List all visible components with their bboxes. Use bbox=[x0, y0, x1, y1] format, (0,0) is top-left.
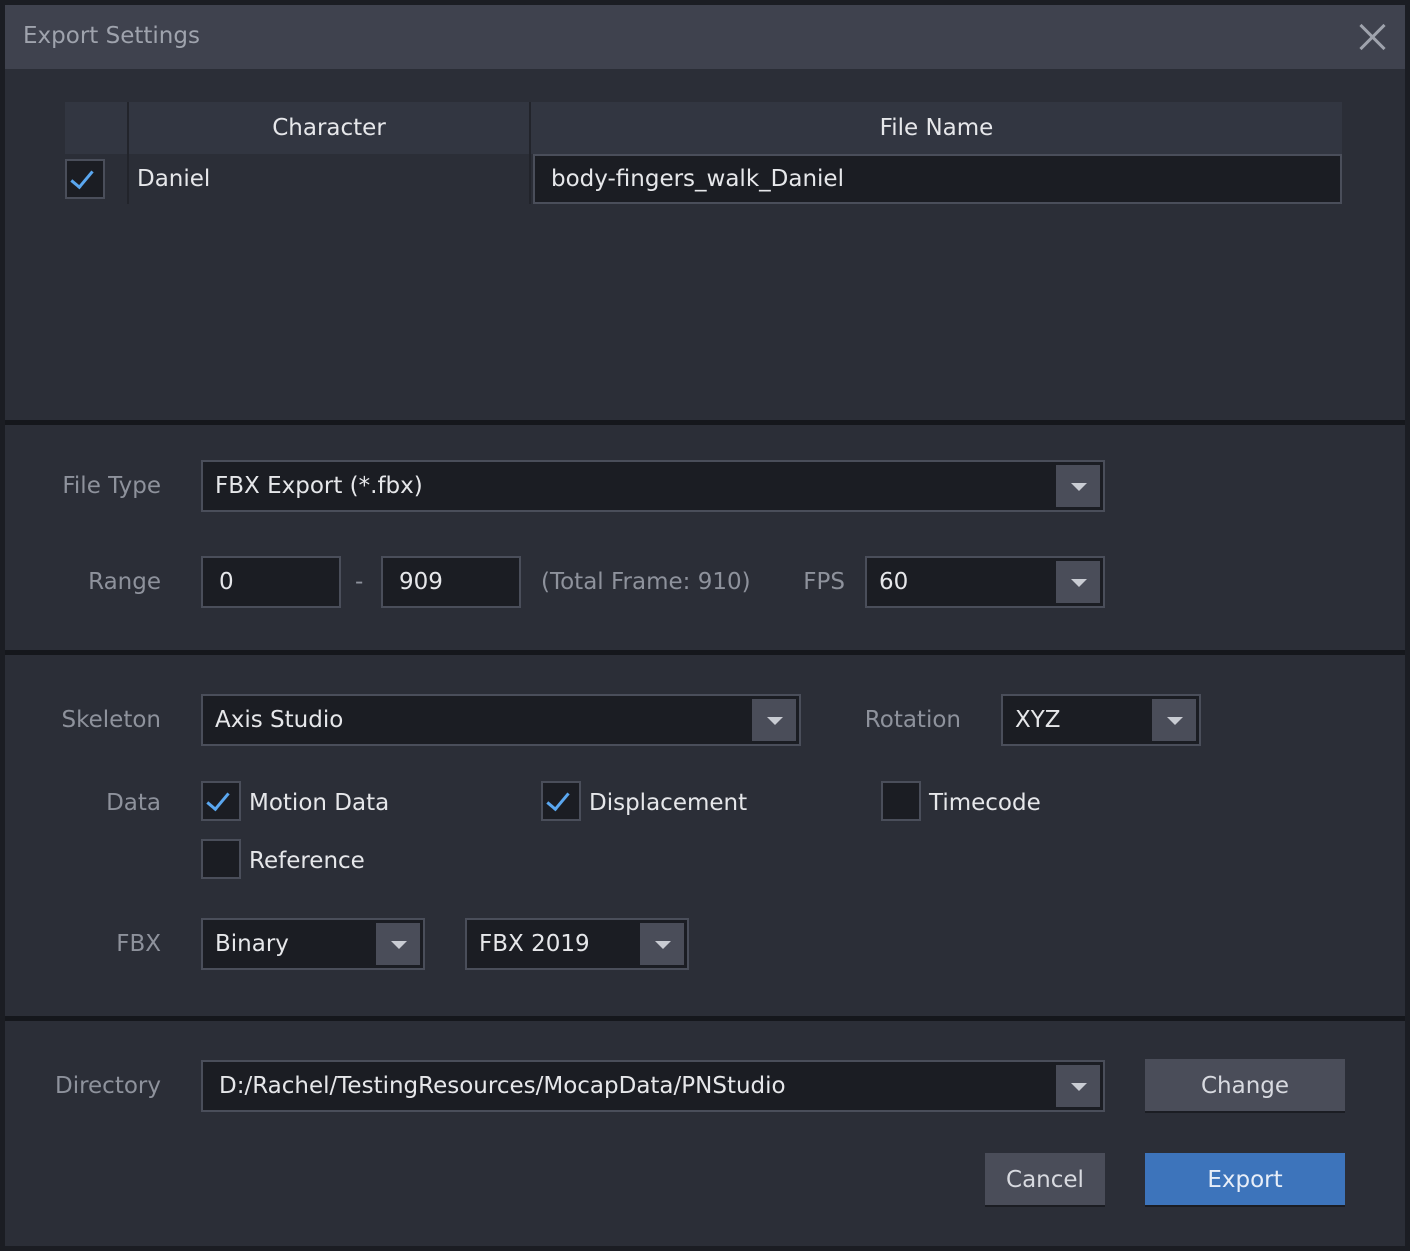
header-character[interactable]: Character bbox=[129, 115, 529, 141]
chevron-down-icon[interactable] bbox=[1056, 561, 1100, 603]
chevron-down-icon[interactable] bbox=[1152, 699, 1196, 741]
file-type-label: File Type bbox=[62, 473, 161, 499]
rotation-label: Rotation bbox=[864, 707, 961, 733]
row-character-name: Daniel bbox=[137, 166, 211, 192]
file-type-select[interactable]: FBX Export (*.fbx) bbox=[201, 460, 1105, 512]
displacement-checkbox[interactable] bbox=[541, 781, 581, 821]
row-export-checkbox[interactable] bbox=[65, 159, 105, 199]
section-divider bbox=[5, 650, 1405, 655]
data-label: Data bbox=[106, 790, 161, 816]
section-divider bbox=[5, 1016, 1405, 1021]
column-divider bbox=[529, 102, 531, 204]
column-divider bbox=[127, 102, 129, 204]
directory-value: D:/Rachel/TestingResources/MocapData/PNS… bbox=[219, 1073, 786, 1099]
motion-data-label[interactable]: Motion Data bbox=[249, 790, 389, 816]
rotation-value: XYZ bbox=[1015, 707, 1061, 733]
reference-checkbox[interactable] bbox=[201, 839, 241, 879]
motion-data-checkbox[interactable] bbox=[201, 781, 241, 821]
fbx-version-select[interactable]: FBX 2019 bbox=[465, 918, 689, 970]
fps-select[interactable]: 60 bbox=[865, 556, 1105, 608]
reference-label[interactable]: Reference bbox=[249, 848, 365, 874]
displacement-label[interactable]: Displacement bbox=[589, 790, 747, 816]
chevron-down-icon[interactable] bbox=[1056, 1065, 1100, 1107]
fbx-version-value: FBX 2019 bbox=[479, 931, 590, 957]
skeleton-select[interactable]: Axis Studio bbox=[201, 694, 801, 746]
fbx-format-select[interactable]: Binary bbox=[201, 918, 425, 970]
header-file-name[interactable]: File Name bbox=[531, 115, 1342, 141]
timecode-checkbox[interactable] bbox=[881, 781, 921, 821]
total-frame-text: (Total Frame: 910) bbox=[541, 569, 751, 595]
range-label: Range bbox=[88, 569, 161, 595]
fps-label: FPS bbox=[803, 569, 845, 595]
check-icon bbox=[546, 786, 570, 812]
directory-label: Directory bbox=[54, 1073, 161, 1099]
fps-value: 60 bbox=[879, 569, 909, 595]
chevron-down-icon[interactable] bbox=[752, 699, 796, 741]
table-header: Character File Name bbox=[65, 102, 1342, 154]
export-settings-dialog: Export Settings Character File Name Dani… bbox=[0, 0, 1410, 1251]
title-bar: Export Settings bbox=[5, 5, 1405, 69]
export-button[interactable]: Export bbox=[1145, 1153, 1345, 1207]
check-icon bbox=[206, 786, 230, 812]
chevron-down-icon[interactable] bbox=[376, 923, 420, 965]
directory-select[interactable]: D:/Rachel/TestingResources/MocapData/PNS… bbox=[201, 1060, 1105, 1112]
timecode-label[interactable]: Timecode bbox=[929, 790, 1041, 816]
rotation-select[interactable]: XYZ bbox=[1001, 694, 1201, 746]
chevron-down-icon[interactable] bbox=[640, 923, 684, 965]
row-file-name-input[interactable]: body-fingers_walk_Daniel bbox=[533, 154, 1342, 204]
fbx-format-value: Binary bbox=[215, 931, 289, 957]
cancel-button[interactable]: Cancel bbox=[985, 1153, 1105, 1207]
fbx-label: FBX bbox=[116, 931, 161, 957]
skeleton-value: Axis Studio bbox=[215, 707, 344, 733]
range-end-input[interactable]: 909 bbox=[381, 556, 521, 608]
change-directory-button[interactable]: Change bbox=[1145, 1059, 1345, 1113]
dialog-title: Export Settings bbox=[23, 23, 200, 49]
range-start-input[interactable]: 0 bbox=[201, 556, 341, 608]
section-divider bbox=[5, 420, 1405, 425]
skeleton-label: Skeleton bbox=[61, 707, 161, 733]
file-type-value: FBX Export (*.fbx) bbox=[215, 473, 423, 499]
check-icon bbox=[70, 164, 94, 190]
table-row[interactable]: Daniel body-fingers_walk_Daniel bbox=[65, 154, 1342, 204]
close-icon[interactable] bbox=[1357, 21, 1389, 53]
range-separator: - bbox=[355, 569, 364, 595]
chevron-down-icon[interactable] bbox=[1056, 465, 1100, 507]
